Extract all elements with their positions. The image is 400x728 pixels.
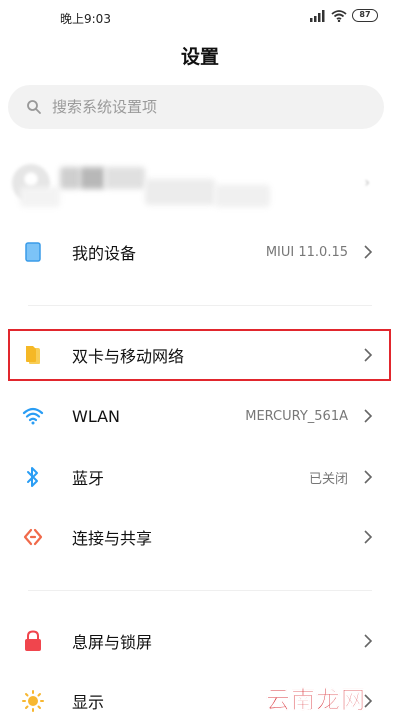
wifi-status-icon (331, 9, 347, 22)
settings-item-value: 已关闭 (308, 471, 348, 487)
settings-item-value: MIUI 11.0.15 (265, 244, 348, 260)
share-icon (22, 526, 44, 548)
highlight-annotation (8, 329, 391, 381)
section-divider (28, 305, 372, 306)
phone-icon (22, 241, 44, 263)
settings-item-label: 息屏与锁屏 (72, 633, 153, 652)
chevron-right-icon (364, 470, 373, 484)
watermark-logo: 云南龙网 (266, 686, 366, 715)
settings-item-label: 显示 (72, 693, 105, 712)
lock-icon (22, 630, 44, 652)
chevron-right-icon: › (364, 175, 370, 191)
chevron-right-icon (364, 409, 373, 423)
settings-item-label: 蓝牙 (72, 469, 105, 488)
status-bar: 晚上9:03 87 (0, 0, 400, 34)
chevron-right-icon (364, 530, 373, 544)
settings-item-bluetooth[interactable]: 蓝牙 已关闭 (0, 449, 400, 505)
blurred-account-info (215, 185, 270, 207)
status-icons: 87 (310, 9, 378, 22)
settings-item-connection-sharing[interactable]: 连接与共享 (0, 509, 400, 565)
blurred-account-info (80, 167, 105, 189)
search-bar[interactable] (8, 85, 384, 129)
account-row[interactable]: › (0, 155, 400, 215)
settings-item-value: MERCURY_561A (245, 408, 348, 424)
blurred-account-info (145, 179, 215, 205)
wifi-icon (22, 405, 44, 427)
sun-icon (22, 690, 44, 712)
signal-icon (310, 9, 325, 22)
blurred-account-info (60, 167, 80, 189)
settings-item-lock-screen[interactable]: 息屏与锁屏 (0, 613, 400, 669)
chevron-right-icon (364, 245, 373, 259)
search-input[interactable] (52, 98, 352, 116)
chevron-right-icon (364, 634, 373, 648)
settings-item-label: WLAN (72, 406, 121, 426)
blurred-account-info (105, 167, 145, 189)
blurred-account-info (20, 187, 60, 207)
settings-item-wlan[interactable]: WLAN MERCURY_561A (0, 388, 400, 444)
settings-item-label: 连接与共享 (72, 529, 153, 548)
settings-item-label: 我的设备 (72, 244, 137, 263)
section-divider (28, 590, 372, 591)
bluetooth-icon (22, 466, 44, 488)
page-title: 设置 (180, 46, 219, 68)
battery-icon: 87 (352, 9, 378, 22)
search-icon (27, 100, 41, 114)
settings-item-my-device[interactable]: 我的设备 MIUI 11.0.15 (0, 224, 400, 280)
status-time: 晚上9:03 (60, 12, 111, 26)
